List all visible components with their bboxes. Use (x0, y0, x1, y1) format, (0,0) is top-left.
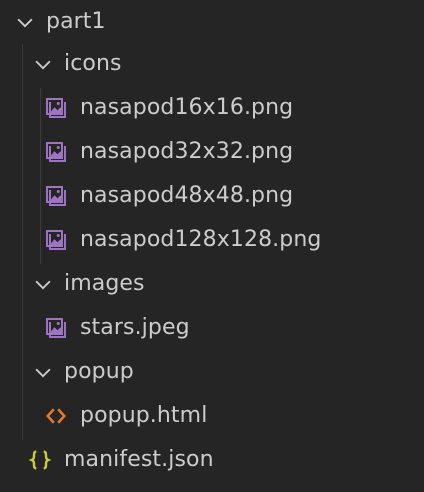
file-label: popup.html (80, 403, 208, 428)
image-file-icon (46, 142, 66, 162)
file-label: nasapod48x48.png (80, 183, 294, 208)
folder-label: popup (64, 359, 134, 384)
file-explorer-tree: part1 icons nasapod16x16.png nasapod32x3… (0, 0, 424, 492)
tree-file-item[interactable]: nasapod128x128.png (0, 218, 424, 262)
chevron-down-icon (35, 368, 51, 378)
image-file-icon (46, 98, 66, 118)
chevron-down-icon (35, 280, 51, 290)
tree-file-item[interactable]: nasapod32x32.png (0, 130, 424, 174)
tree-file-item[interactable]: nasapod48x48.png (0, 174, 424, 218)
image-file-icon (46, 186, 66, 206)
folder-label: part1 (46, 9, 106, 34)
tree-file-item[interactable]: manifest.json (0, 438, 424, 482)
chevron-down-icon (17, 18, 33, 28)
file-label: nasapod32x32.png (80, 139, 294, 164)
file-label: manifest.json (64, 447, 214, 472)
tree-file-item[interactable]: stars.jpeg (0, 306, 424, 350)
html-file-icon (46, 408, 66, 424)
file-label: nasapod16x16.png (80, 95, 294, 120)
chevron-down-icon (35, 60, 51, 70)
tree-file-item[interactable]: nasapod16x16.png (0, 86, 424, 130)
image-file-icon (46, 230, 66, 250)
folder-label: images (64, 271, 145, 296)
image-file-icon (46, 318, 66, 338)
tree-file-item[interactable]: popup.html (0, 394, 424, 438)
file-label: nasapod128x128.png (80, 227, 322, 252)
folder-label: icons (64, 51, 122, 76)
json-braces-icon (28, 450, 52, 470)
file-label: stars.jpeg (80, 315, 190, 340)
tree-folder-popup[interactable]: popup (0, 350, 424, 394)
tree-folder-icons[interactable]: icons (0, 42, 424, 86)
tree-folder-images[interactable]: images (0, 262, 424, 306)
tree-folder-part1[interactable]: part1 (0, 0, 424, 44)
